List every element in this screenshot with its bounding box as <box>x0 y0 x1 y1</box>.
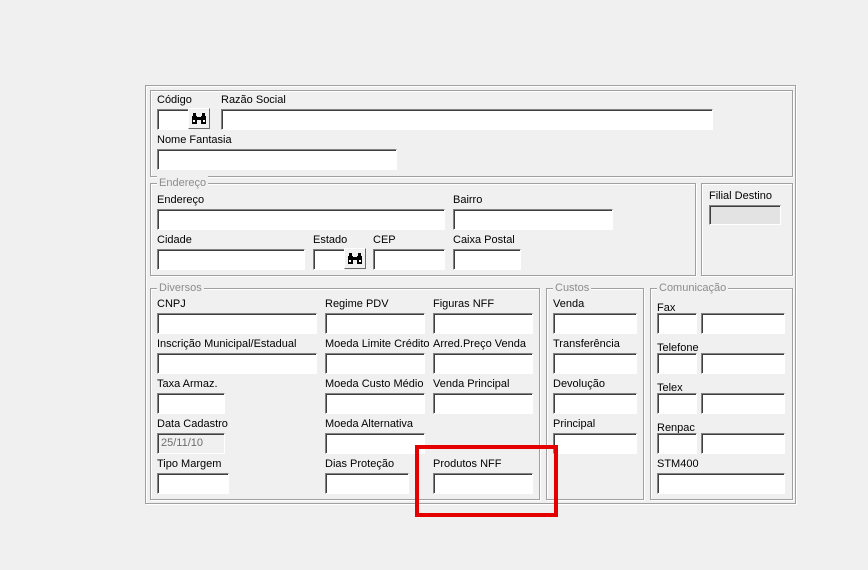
moeda-custo-medio-label: Moeda Custo Médio <box>325 378 424 390</box>
estado-field[interactable] <box>313 249 345 270</box>
filial-destino-field[interactable] <box>709 205 781 225</box>
diversos-legend: Diversos <box>157 281 204 295</box>
inscricao-field[interactable] <box>157 353 317 374</box>
estado-label: Estado <box>313 234 348 246</box>
cep-label: CEP <box>373 234 396 246</box>
custo-venda-field[interactable] <box>553 313 637 334</box>
moeda-custo-medio-field[interactable] <box>325 393 425 414</box>
razao-social-label: Razão Social <box>221 94 286 106</box>
fax-number-field[interactable] <box>701 313 785 334</box>
cnpj-field[interactable] <box>157 313 317 334</box>
binoculars-icon <box>192 112 206 124</box>
renpac-number-field[interactable] <box>701 433 785 454</box>
comunicacao-legend: Comunicação <box>657 281 729 295</box>
custo-devolucao-field[interactable] <box>553 393 637 414</box>
dias-protecao-label: Dias Proteção <box>325 458 395 470</box>
figuras-nff-field[interactable] <box>433 313 533 334</box>
regime-pdv-label: Regime PDV <box>325 298 389 310</box>
taxa-armaz-field[interactable] <box>157 393 225 414</box>
moeda-alternativa-label: Moeda Alternativa <box>325 418 414 430</box>
stm400-label: STM400 <box>657 458 699 470</box>
taxa-armaz-label: Taxa Armaz. <box>157 378 218 390</box>
tipo-margem-field[interactable] <box>157 473 229 494</box>
custo-principal-field[interactable] <box>553 433 637 454</box>
bairro-field[interactable] <box>453 209 613 230</box>
telefone-ddd-field[interactable] <box>657 353 697 374</box>
dias-protecao-field[interactable] <box>325 473 409 494</box>
endereco-legend: Endereço <box>157 176 209 190</box>
regime-pdv-field[interactable] <box>325 313 425 334</box>
codigo-search-button[interactable] <box>188 108 210 129</box>
codigo-label: Código <box>157 94 192 106</box>
custo-devolucao-label: Devolução <box>553 378 605 390</box>
endereco-label: Endereço <box>157 194 205 206</box>
fax-ddd-field[interactable] <box>657 313 697 334</box>
figuras-nff-label: Figuras NFF <box>433 298 495 310</box>
razao-social-field[interactable] <box>221 109 713 130</box>
nome-fantasia-field[interactable] <box>157 149 397 170</box>
cep-field[interactable] <box>373 249 445 270</box>
telefone-number-field[interactable] <box>701 353 785 374</box>
inscricao-label: Inscrição Municipal/Estadual <box>157 338 297 350</box>
produtos-nff-highlight <box>415 445 558 517</box>
tipo-margem-label: Tipo Margem <box>157 458 222 470</box>
codigo-field[interactable] <box>157 109 189 130</box>
renpac-ddd-field[interactable] <box>657 433 697 454</box>
estado-search-button[interactable] <box>344 248 366 269</box>
moeda-alternativa-field[interactable] <box>325 433 425 454</box>
custo-principal-label: Principal <box>553 418 596 430</box>
nome-fantasia-label: Nome Fantasia <box>157 134 232 146</box>
cidade-field[interactable] <box>157 249 305 270</box>
endereco-field[interactable] <box>157 209 445 230</box>
stm400-field[interactable] <box>657 473 785 494</box>
data-cadastro-field[interactable]: 25/11/10 <box>157 433 225 454</box>
custo-transferencia-label: Transferência <box>553 338 620 350</box>
binoculars-icon <box>348 252 362 264</box>
custo-venda-label: Venda <box>553 298 585 310</box>
custos-legend: Custos <box>553 281 592 295</box>
cidade-label: Cidade <box>157 234 192 246</box>
moeda-limite-credito-label: Moeda Limite Crédito <box>325 338 430 350</box>
data-cadastro-label: Data Cadastro <box>157 418 228 430</box>
telex-ddd-field[interactable] <box>657 393 697 414</box>
moeda-limite-credito-field[interactable] <box>325 353 425 374</box>
custo-transferencia-field[interactable] <box>553 353 637 374</box>
arred-preco-venda-label: Arred.Preço Venda <box>433 338 526 350</box>
venda-principal-label: Venda Principal <box>433 378 510 390</box>
venda-principal-field[interactable] <box>433 393 533 414</box>
filial-destino-label: Filial Destino <box>709 190 772 202</box>
arred-preco-venda-field[interactable] <box>433 353 533 374</box>
telex-number-field[interactable] <box>701 393 785 414</box>
caixa-postal-label: Caixa Postal <box>453 234 515 246</box>
bairro-label: Bairro <box>453 194 483 206</box>
cnpj-label: CNPJ <box>157 298 186 310</box>
caixa-postal-field[interactable] <box>453 249 521 270</box>
